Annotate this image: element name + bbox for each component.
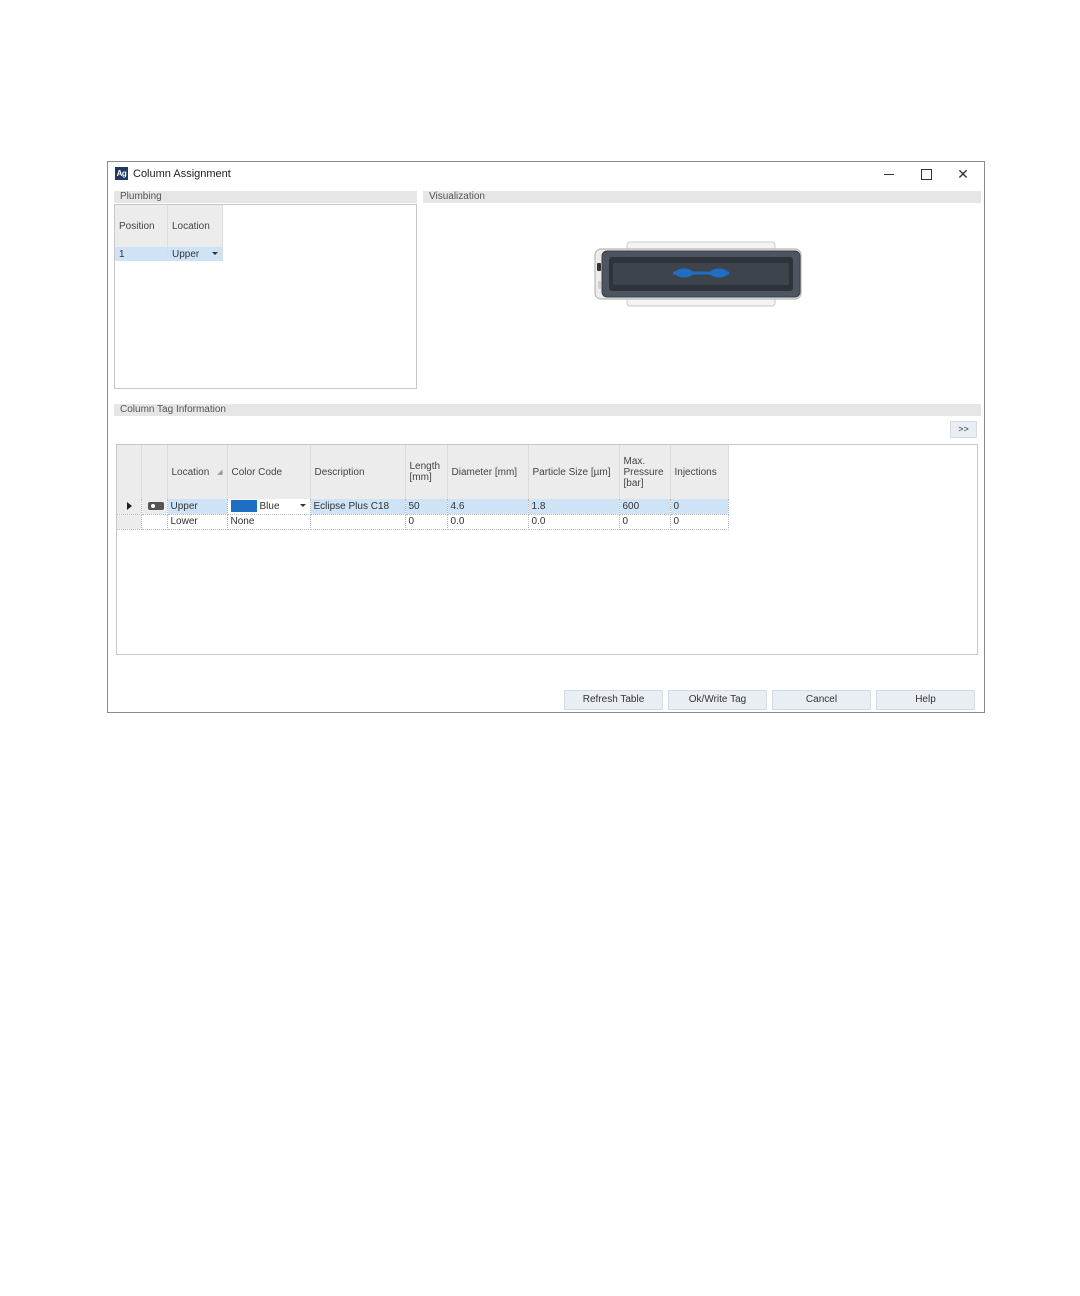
column-compartment-visualization [594, 241, 802, 307]
diameter-cell[interactable]: 0.0 [447, 514, 529, 530]
plumbing-table: Position Location 1 Upper [115, 205, 223, 261]
column-assignment-window: Ag Column Assignment ✕ Plumbing Visualiz… [107, 161, 985, 713]
table-row[interactable]: Upper Blue Eclipse Plus C18 50 4.6 1.8 6… [117, 499, 729, 515]
window-title: Column Assignment [133, 168, 231, 180]
plumbing-header: Plumbing [114, 191, 417, 203]
plumbing-header-position[interactable]: Position [115, 205, 168, 247]
app-logo-icon: Ag [115, 167, 128, 180]
location-cell[interactable]: Lower [167, 514, 228, 530]
particle-size-cell[interactable]: 1.8 [528, 499, 620, 515]
close-icon: ✕ [957, 166, 969, 182]
max-pressure-cell[interactable]: 0 [619, 514, 671, 530]
header-injections[interactable]: Injections [670, 445, 729, 499]
ok-write-tag-button[interactable]: Ok/Write Tag [668, 690, 767, 710]
plumbing-location-dropdown[interactable]: Upper [167, 247, 223, 261]
cancel-button[interactable]: Cancel [772, 690, 871, 710]
visualization-header: Visualization [423, 191, 981, 203]
injections-cell[interactable]: 0 [670, 499, 729, 515]
maximize-icon [921, 169, 932, 180]
plumbing-position-cell[interactable]: 1 [115, 247, 168, 261]
column-tag-grid: Location ◢ Color Code Description Length … [116, 444, 978, 655]
header-location[interactable]: Location ◢ [167, 445, 228, 499]
max-pressure-cell[interactable]: 600 [619, 499, 671, 515]
table-row[interactable]: Lower None 0 0.0 0.0 0 0 [117, 514, 729, 530]
title-bar: Ag Column Assignment ✕ [108, 162, 984, 188]
sort-icon: ◢ [217, 469, 223, 476]
color-swatch [230, 500, 257, 513]
column-tag-icon [147, 502, 164, 511]
description-cell[interactable] [310, 514, 406, 530]
chevron-down-icon[interactable] [299, 504, 306, 507]
expand-button[interactable]: >> [950, 421, 977, 438]
location-cell[interactable]: Upper [167, 499, 228, 515]
compartment-latch [597, 263, 601, 271]
tag-icon-header [141, 445, 168, 499]
injections-cell[interactable]: 0 [670, 514, 729, 530]
row-selector[interactable] [117, 514, 142, 530]
plumbing-header-location[interactable]: Location [167, 205, 223, 247]
row-selector[interactable] [117, 499, 142, 515]
plumbing-location-value: Upper [172, 248, 200, 260]
minimize-icon [884, 174, 894, 175]
plumbing-panel: Position Location 1 Upper [114, 204, 417, 389]
header-particle-size[interactable]: Particle Size [µm] [528, 445, 620, 499]
close-button[interactable]: ✕ [948, 164, 978, 184]
particle-size-cell[interactable]: 0.0 [528, 514, 620, 530]
length-cell[interactable]: 0 [405, 514, 448, 530]
header-diameter[interactable]: Diameter [mm] [447, 445, 529, 499]
column-tag-header: Column Tag Information [114, 404, 981, 416]
visualization-area [423, 204, 981, 389]
minimize-button[interactable] [874, 164, 904, 184]
tag-cell [141, 499, 168, 515]
column-tag-table: Location ◢ Color Code Description Length … [117, 445, 729, 530]
description-cell[interactable]: Eclipse Plus C18 [310, 499, 406, 515]
header-color-code[interactable]: Color Code [227, 445, 311, 499]
color-code-cell[interactable]: None [227, 514, 311, 530]
header-length[interactable]: Length [mm] [405, 445, 448, 499]
compartment-latch-lower [598, 281, 601, 289]
maximize-button[interactable] [911, 164, 941, 184]
refresh-table-button[interactable]: Refresh Table [564, 690, 663, 710]
header-max-pressure[interactable]: Max. Pressure [bar] [619, 445, 671, 499]
color-code-value: Blue [259, 500, 280, 512]
row-header-corner [117, 445, 142, 499]
chevron-down-icon[interactable] [212, 252, 218, 255]
column-fitting-left [675, 268, 693, 278]
tag-cell [141, 514, 168, 530]
diameter-cell[interactable]: 4.6 [447, 499, 529, 515]
length-cell[interactable]: 50 [405, 499, 448, 515]
color-code-dropdown[interactable]: Blue [227, 499, 311, 515]
help-button[interactable]: Help [876, 690, 975, 710]
plumbing-row[interactable]: 1 Upper [115, 247, 223, 261]
current-row-arrow-icon [127, 502, 132, 511]
header-description[interactable]: Description [310, 445, 406, 499]
column-fitting-right [710, 268, 728, 278]
